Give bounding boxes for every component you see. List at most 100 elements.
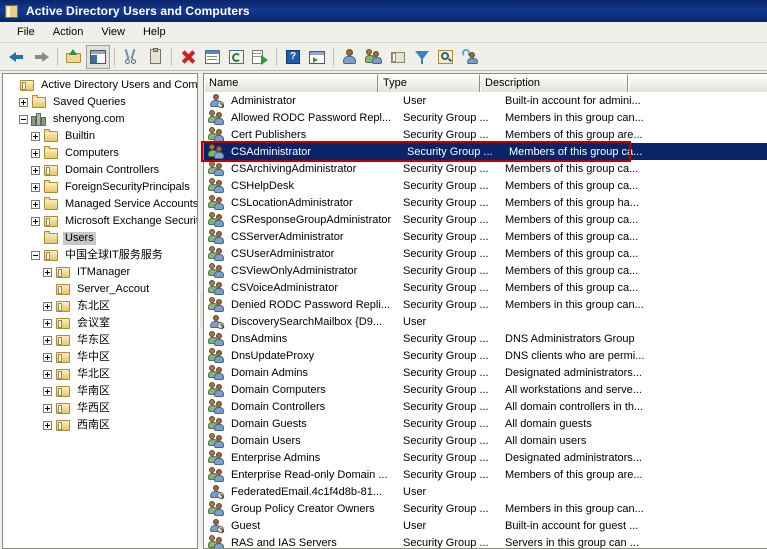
table-row[interactable]: CSViewOnlyAdministrator Security Group ..… bbox=[204, 262, 767, 279]
expand-plus-icon[interactable] bbox=[19, 98, 28, 107]
table-row[interactable]: CSAdministrator Security Group ... Members… bbox=[204, 143, 767, 160]
table-row[interactable]: DiscoverySearchMailbox {D9... User bbox=[204, 313, 767, 330]
toolbar-forward[interactable] bbox=[29, 45, 53, 69]
expand-plus-icon[interactable] bbox=[43, 336, 52, 345]
table-row[interactable]: Allowed RODC Password Repl... Security Gr… bbox=[204, 109, 767, 126]
ou-folder-icon bbox=[55, 300, 71, 314]
expand-plus-icon[interactable] bbox=[43, 353, 52, 362]
table-row[interactable]: CSUserAdministrator Security Group ... Mem… bbox=[204, 245, 767, 262]
table-row[interactable]: Enterprise Admins Security Group ... Desig… bbox=[204, 449, 767, 466]
table-row[interactable]: CSArchivingAdministrator Security Group .… bbox=[204, 160, 767, 177]
tree-node[interactable]: Active Directory Users and Comput bbox=[3, 77, 197, 94]
expand-plus-icon[interactable] bbox=[31, 217, 40, 226]
menu-action[interactable]: Action bbox=[44, 24, 93, 40]
tree-node[interactable]: Microsoft Exchange Securit bbox=[3, 213, 197, 230]
tree-node[interactable]: 华西区 bbox=[3, 400, 197, 417]
expand-plus-icon[interactable] bbox=[31, 166, 40, 175]
expand-plus-icon[interactable] bbox=[43, 319, 52, 328]
toolbar-find[interactable] bbox=[434, 45, 458, 69]
collapse-minus-icon[interactable] bbox=[19, 115, 28, 124]
expand-plus-icon[interactable] bbox=[43, 268, 52, 277]
column-header-description[interactable]: Description bbox=[480, 74, 628, 92]
expand-plus-icon[interactable] bbox=[43, 370, 52, 379]
toolbar-new-user[interactable] bbox=[338, 45, 362, 69]
table-row[interactable]: DnsAdmins Security Group ... DNS Administr… bbox=[204, 330, 767, 347]
tree-node[interactable]: 东北区 bbox=[3, 298, 197, 315]
table-row[interactable]: RAS and IAS Servers Security Group ... Ser… bbox=[204, 534, 767, 548]
table-row[interactable]: Domain Computers Security Group ... All wo… bbox=[204, 381, 767, 398]
collapse-minus-icon[interactable] bbox=[31, 251, 40, 260]
cell-name: CSHelpDesk bbox=[231, 179, 294, 192]
menu-view[interactable]: View bbox=[92, 24, 134, 40]
tree-node[interactable]: Managed Service Accounts bbox=[3, 196, 197, 213]
cell-type: Security Group ... bbox=[403, 349, 489, 362]
toolbar-filter[interactable] bbox=[410, 45, 434, 69]
table-row[interactable]: CSVoiceAdministrator Security Group ... Me… bbox=[204, 279, 767, 296]
tree-node[interactable]: shenyong.com bbox=[3, 111, 197, 128]
toolbar-properties[interactable] bbox=[200, 45, 224, 69]
table-row[interactable]: DnsUpdateProxy Security Group ... DNS clie… bbox=[204, 347, 767, 364]
tree-node[interactable]: Saved Queries bbox=[3, 94, 197, 111]
table-row[interactable]: CSHelpDesk Security Group ... Members of t… bbox=[204, 177, 767, 194]
tree-node[interactable]: Server_Accout bbox=[3, 281, 197, 298]
toolbar-new-group[interactable] bbox=[362, 45, 386, 69]
toolbar-back[interactable] bbox=[5, 45, 29, 69]
table-row[interactable]: CSResponseGroupAdministrator Security Gro… bbox=[204, 211, 767, 228]
tree-node[interactable]: Computers bbox=[3, 145, 197, 162]
expand-plus-icon[interactable] bbox=[43, 404, 52, 413]
expand-plus-icon[interactable] bbox=[43, 421, 52, 430]
expand-plus-icon[interactable] bbox=[31, 132, 40, 141]
tree-node[interactable]: 华南区 bbox=[3, 383, 197, 400]
tree-node[interactable]: Builtin bbox=[3, 128, 197, 145]
toolbar-saved-query[interactable] bbox=[458, 45, 482, 69]
toolbar-new-container[interactable] bbox=[386, 45, 410, 69]
tree-node[interactable]: 华东区 bbox=[3, 332, 197, 349]
tree-node[interactable]: 西南区 bbox=[3, 417, 197, 434]
tree-node[interactable]: ITManager bbox=[3, 264, 197, 281]
expand-plus-icon[interactable] bbox=[43, 302, 52, 311]
table-row[interactable]: Cert Publishers Security Group ... Members… bbox=[204, 126, 767, 143]
toolbar-help[interactable]: ? bbox=[281, 45, 305, 69]
toolbar-export-list[interactable] bbox=[248, 45, 272, 69]
tree-node[interactable]: 会议室 bbox=[3, 315, 197, 332]
table-row[interactable]: Guest User Built-in account for guest ... bbox=[204, 517, 767, 534]
column-header-name[interactable]: Name bbox=[204, 74, 378, 92]
console-tree-pane[interactable]: Active Directory Users and Comput Saved Q… bbox=[2, 73, 198, 549]
table-row[interactable]: Denied RODC Password Repli... Security Gr… bbox=[204, 296, 767, 313]
expand-plus-icon[interactable] bbox=[31, 149, 40, 158]
tree-node[interactable]: Domain Controllers bbox=[3, 162, 197, 179]
group-icon bbox=[208, 127, 224, 142]
toolbar-delete[interactable] bbox=[176, 45, 200, 69]
menu-help[interactable]: Help bbox=[134, 24, 175, 40]
toolbar-show-hide-console-tree[interactable] bbox=[86, 44, 110, 69]
list-view-pane[interactable]: Name Type Description Administrator User B… bbox=[203, 73, 767, 549]
table-row[interactable]: Domain Controllers Security Group ... All … bbox=[204, 398, 767, 415]
toolbar-paste[interactable] bbox=[143, 45, 167, 69]
tree-node[interactable]: Users bbox=[3, 230, 197, 247]
menu-file[interactable]: File bbox=[8, 24, 44, 40]
table-row[interactable]: Enterprise Read-only Domain ... Security … bbox=[204, 466, 767, 483]
table-row[interactable]: Domain Guests Security Group ... All domai… bbox=[204, 415, 767, 432]
column-header-filler[interactable] bbox=[628, 74, 767, 92]
table-row[interactable]: Domain Users Security Group ... All domain… bbox=[204, 432, 767, 449]
table-row[interactable]: CSLocationAdministrator Security Group ..… bbox=[204, 194, 767, 211]
expand-plus-icon[interactable] bbox=[31, 183, 40, 192]
toolbar-show-snapin[interactable] bbox=[305, 45, 329, 69]
tree-node[interactable]: 华北区 bbox=[3, 366, 197, 383]
expand-plus-icon[interactable] bbox=[31, 200, 40, 209]
cell-type: Security Group ... bbox=[403, 434, 489, 447]
cell-name: Administrator bbox=[231, 94, 296, 107]
expand-plus-icon[interactable] bbox=[43, 387, 52, 396]
toolbar-up-one-level[interactable] bbox=[62, 45, 86, 69]
toolbar-refresh[interactable] bbox=[224, 45, 248, 69]
tree-node[interactable]: 中国全球IT服务服务 bbox=[3, 247, 197, 264]
table-row[interactable]: Administrator User Built-in account for ad… bbox=[204, 92, 767, 109]
tree-node[interactable]: 华中区 bbox=[3, 349, 197, 366]
column-header-type[interactable]: Type bbox=[378, 74, 480, 92]
tree-node[interactable]: ForeignSecurityPrincipals bbox=[3, 179, 197, 196]
table-row[interactable]: CSServerAdministrator Security Group ... M… bbox=[204, 228, 767, 245]
toolbar-cut[interactable] bbox=[119, 45, 143, 69]
table-row[interactable]: FederatedEmail.4c1f4d8b-81... User bbox=[204, 483, 767, 500]
table-row[interactable]: Domain Admins Security Group ... Designate… bbox=[204, 364, 767, 381]
table-row[interactable]: Group Policy Creator Owners Security Grou… bbox=[204, 500, 767, 517]
